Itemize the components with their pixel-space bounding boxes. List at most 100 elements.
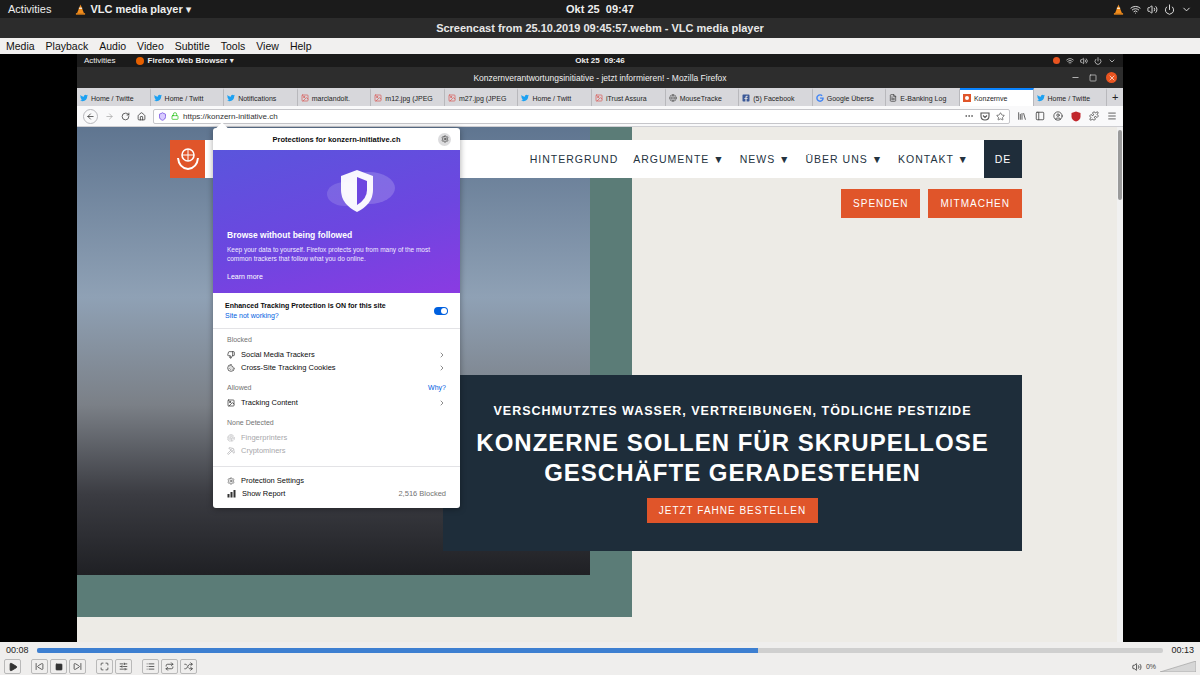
next-button[interactable] — [69, 659, 86, 674]
site-logo[interactable] — [170, 140, 205, 178]
browser-tab[interactable]: Home / Twitt — [518, 88, 592, 106]
tracking-content-icon — [227, 399, 235, 407]
activities-button[interactable]: Activities — [84, 56, 116, 65]
browser-tab[interactable]: Konzernve — [960, 88, 1034, 106]
star-icon[interactable] — [996, 112, 1005, 121]
top-bar: Activities VLC media player ▾ Okt 25 09:47 — [0, 0, 1200, 18]
cta-button[interactable]: SPENDEN — [841, 189, 920, 218]
previous-button[interactable] — [31, 659, 48, 674]
window-title-bar: Screencast from 25.10.2019 09:45:57.webm… — [0, 18, 1200, 38]
playlist-button[interactable] — [142, 659, 159, 674]
panel-footer: Protection SettingsShow Report2,516 Bloc… — [213, 466, 460, 508]
browser-tab[interactable]: m12.jpg (JPEG — [371, 88, 445, 106]
seek-bar[interactable] — [37, 648, 1164, 653]
power-icon — [1094, 57, 1102, 65]
account-icon[interactable] — [1053, 111, 1063, 121]
browser-tab[interactable]: m27.jpg (JPEG — [445, 88, 519, 106]
site-not-working-link[interactable]: Site not working? — [225, 312, 386, 319]
extension-icon[interactable] — [1089, 111, 1099, 121]
forward-icon[interactable] — [105, 112, 114, 121]
menu-item[interactable]: Subtitle — [175, 40, 210, 52]
shield-icon[interactable] — [158, 112, 167, 121]
system-tray[interactable] — [625, 57, 1116, 65]
pocket-icon[interactable] — [980, 112, 990, 121]
footer-row[interactable]: Protection Settings — [227, 474, 446, 487]
order-flag-button[interactable]: JETZT FAHNE BESTELLEN — [647, 498, 819, 523]
site-nav-item[interactable]: ARGUMENTE ▼ — [633, 153, 724, 165]
site-nav-item[interactable]: ÜBER UNS ▼ — [805, 153, 883, 165]
site-nav-item[interactable]: KONTAKT ▼ — [898, 153, 969, 165]
home-icon[interactable] — [137, 112, 146, 121]
menu-item[interactable]: Video — [137, 40, 164, 52]
etp-toggle[interactable] — [434, 307, 448, 315]
random-button[interactable] — [180, 659, 197, 674]
play-button[interactable] — [4, 659, 21, 674]
shield-illustration-icon — [317, 162, 397, 218]
new-tab-button[interactable]: + — [1107, 88, 1123, 106]
fullscreen-button[interactable] — [96, 659, 113, 674]
menu-item[interactable]: Media — [6, 40, 35, 52]
seek-fill — [37, 648, 758, 653]
clock[interactable]: Okt 25 09:46 — [575, 56, 624, 65]
section-header: Blocked — [227, 336, 446, 343]
stop-button[interactable] — [50, 659, 67, 674]
menu-item[interactable]: View — [256, 40, 279, 52]
reload-icon[interactable] — [121, 112, 130, 121]
app-menu[interactable]: VLC media player ▾ — [75, 3, 191, 16]
tracker-section: AllowedWhy?Tracking Content — [213, 377, 460, 412]
language-button[interactable]: DE — [984, 140, 1022, 178]
site-nav-item[interactable]: HINTERGRUND — [530, 153, 619, 165]
browser-tab[interactable]: Home / Twitte — [1034, 88, 1108, 106]
tracker-item[interactable]: Social Media Trackers — [227, 348, 446, 361]
volume-slider[interactable] — [1160, 661, 1196, 672]
menu-icon[interactable] — [1107, 111, 1117, 121]
browser-tab[interactable]: Google Überse — [813, 88, 887, 106]
system-tray[interactable] — [634, 4, 1192, 15]
menu-item[interactable]: Help — [290, 40, 312, 52]
settings-button[interactable] — [438, 133, 451, 146]
browser-tab[interactable]: Notifications — [224, 88, 298, 106]
page-actions-icon[interactable] — [964, 111, 974, 121]
ublock-icon[interactable] — [1071, 111, 1081, 122]
volume-icon — [1147, 4, 1158, 15]
browser-tab[interactable]: iTrust Assura — [592, 88, 666, 106]
loop-button[interactable] — [161, 659, 178, 674]
footer-row[interactable]: Show Report2,516 Blocked — [227, 487, 446, 500]
url-field[interactable]: https://konzern-initiative.ch — [153, 109, 1010, 124]
maximize-icon[interactable] — [1089, 74, 1097, 82]
site-nav-item[interactable]: NEWS ▼ — [740, 153, 791, 165]
scrollbar[interactable] — [1117, 127, 1123, 642]
firefox-icon — [136, 57, 144, 65]
browser-tab[interactable]: E-Banking Log — [886, 88, 960, 106]
toolbar-icons — [1017, 111, 1117, 122]
cta-button[interactable]: MITMACHEN — [928, 189, 1022, 218]
why-link[interactable]: Why? — [428, 384, 446, 391]
sidebar-icon[interactable] — [1035, 111, 1045, 121]
extended-settings-button[interactable] — [115, 659, 132, 674]
browser-tab[interactable]: MouseTracke — [666, 88, 740, 106]
logo-icon — [175, 146, 201, 172]
close-button[interactable] — [1106, 72, 1117, 83]
minimize-icon[interactable] — [1071, 73, 1080, 82]
browser-tab[interactable]: marclandolt. — [298, 88, 372, 106]
chevron-right-icon — [438, 351, 446, 359]
browser-tab[interactable]: Home / Twitt — [151, 88, 225, 106]
tracker-item[interactable]: Cross-Site Tracking Cookies — [227, 361, 446, 374]
activities-button[interactable]: Activities — [8, 3, 51, 15]
cryptominer-icon — [227, 447, 235, 455]
clock[interactable]: Okt 25 09:47 — [566, 3, 634, 15]
speaker-icon[interactable] — [1132, 662, 1142, 672]
app-menu-label: VLC media player ▾ — [90, 3, 191, 16]
app-menu[interactable]: Firefox Web Browser ▾ — [136, 56, 234, 65]
tracker-item[interactable]: Tracking Content — [227, 396, 446, 409]
scrollbar-thumb[interactable] — [1118, 130, 1122, 200]
library-icon[interactable] — [1017, 111, 1027, 121]
browser-tab[interactable]: (5) Facebook — [739, 88, 813, 106]
menu-item[interactable]: Tools — [221, 40, 246, 52]
menu-item[interactable]: Audio — [99, 40, 126, 52]
learn-more-link[interactable]: Learn more — [227, 273, 446, 280]
back-button[interactable] — [83, 109, 98, 124]
etp-row: Enhanced Tracking Protection is ON for t… — [213, 293, 460, 329]
menu-item[interactable]: Playback — [46, 40, 89, 52]
browser-tab[interactable]: Home / Twitte — [77, 88, 151, 106]
